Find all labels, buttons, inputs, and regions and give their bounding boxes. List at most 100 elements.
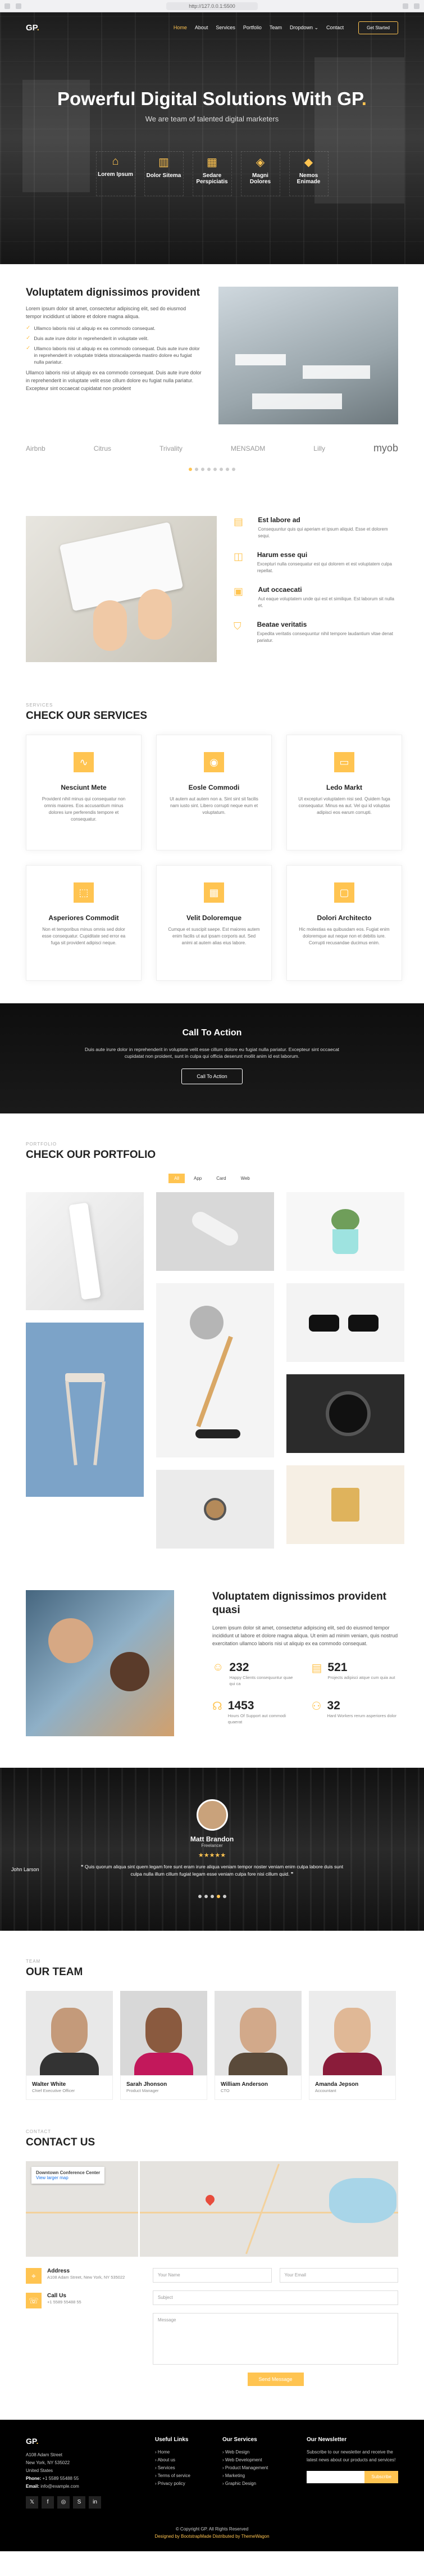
twitter-icon[interactable]: 𝕏 — [26, 2496, 38, 2509]
map-embed[interactable]: Downtown Conference Center View larger ma… — [26, 2161, 398, 2257]
footer-link[interactable]: › Home — [155, 2448, 217, 2456]
footer-services-title: Our Services — [222, 2437, 257, 2443]
contact-section: CONTACT CONTACT US Downtown Conference C… — [0, 2129, 424, 2386]
service-card[interactable]: ◉ Eosle Commodi Ut autem aut autem non a. … — [156, 735, 272, 850]
pagination-dot[interactable] — [204, 1895, 208, 1898]
footer-logo[interactable]: GP. — [26, 2437, 149, 2446]
footer-service-link[interactable]: › Product Management — [222, 2464, 301, 2472]
filter-web[interactable]: Web — [235, 1174, 256, 1183]
email-input[interactable]: Your Email — [279, 2268, 398, 2283]
instagram-icon[interactable]: ◎ — [57, 2496, 70, 2509]
service-card[interactable]: ∿ Nesciunt Mete Provident nihil minus qui … — [26, 735, 142, 850]
filter-all[interactable]: All — [168, 1174, 185, 1183]
nav-services[interactable]: Services — [216, 25, 235, 31]
calendar-check-icon: ▦ — [204, 882, 224, 903]
facebook-icon[interactable]: f — [42, 2496, 54, 2509]
icon-box[interactable]: ▥ Dolor Sitema — [144, 151, 184, 196]
service-card[interactable]: ▢ Dolori Architecto Hic molestias ea quibu… — [286, 865, 402, 981]
features-section: ▤ Est labore ad Consequuntur quis qui aper… — [26, 516, 398, 662]
nav-contact[interactable]: Contact — [326, 25, 344, 31]
cta-section: Call To Action Duis aute irure dolor in … — [0, 1003, 424, 1113]
name-input[interactable]: Your Name — [153, 2268, 272, 2283]
message-textarea[interactable]: Message — [153, 2313, 398, 2365]
skype-icon[interactable]: S — [73, 2496, 85, 2509]
service-card[interactable]: ▦ Velit Doloremque Cumque et suscipit saep… — [156, 865, 272, 981]
icon-box[interactable]: ◈ Magni Dolores — [240, 151, 280, 196]
pagination-dot[interactable] — [195, 468, 198, 471]
pagination-dot[interactable] — [222, 1895, 226, 1898]
pagination-dot[interactable] — [201, 468, 204, 471]
avatar — [196, 1799, 228, 1831]
testimonial-quote: ❝ Quis quorum aliqua sint quem legam for… — [80, 1864, 344, 1877]
footer-service-link[interactable]: › Graphic Design — [222, 2480, 301, 2488]
footer-link[interactable]: › Privacy policy — [155, 2480, 217, 2488]
pagination-dot[interactable] — [216, 1895, 220, 1898]
linkedin-icon[interactable]: in — [89, 2496, 101, 2509]
nav-team[interactable]: Team — [270, 25, 282, 31]
testimonial-name: Matt Brandon — [190, 1835, 234, 1843]
footer-service-link[interactable]: › Marketing — [222, 2472, 301, 2480]
emoji-smile-icon: ☺ — [212, 1661, 224, 1673]
portfolio-item-plant[interactable] — [286, 1192, 404, 1271]
map-pin-icon[interactable] — [203, 2193, 217, 2206]
portfolio-item-glass[interactable] — [286, 1465, 404, 1544]
subscribe-button[interactable]: Subscribe — [364, 2471, 398, 2483]
footer-service-link[interactable]: › Web Design — [222, 2448, 301, 2456]
nav-home[interactable]: Home — [174, 25, 187, 31]
pagination-dot[interactable] — [220, 468, 223, 471]
cta-button[interactable]: Call To Action — [181, 1069, 243, 1084]
section-title: CHECK OUR PORTFOLIO — [26, 1149, 156, 1161]
address-bar[interactable]: http://127.0.0.1:5500 — [27, 2, 397, 10]
check-icon: ✓ — [26, 335, 31, 341]
newsletter-email-input[interactable] — [307, 2471, 365, 2483]
pagination-dot[interactable] — [226, 468, 229, 471]
team-member[interactable]: William Anderson CTO — [215, 1991, 302, 2100]
icon-box[interactable]: ⌂ Lorem Ipsum — [95, 151, 135, 196]
filter-app[interactable]: App — [188, 1174, 207, 1183]
client-logo: MENSADM — [230, 444, 266, 452]
portfolio-item-lamp[interactable] — [156, 1283, 274, 1457]
social-links: 𝕏 f ◎ S in — [26, 2496, 149, 2509]
view-larger-map-link[interactable]: View larger map — [36, 2175, 100, 2180]
pagination-dot[interactable] — [232, 468, 235, 471]
filter-card[interactable]: Card — [211, 1174, 231, 1183]
portfolio-item-capsule[interactable] — [156, 1192, 274, 1271]
pulse-icon: ∿ — [74, 752, 94, 772]
nav-portfolio[interactable]: Portfolio — [243, 25, 262, 31]
team-member[interactable]: Sarah Jhonson Product Manager — [120, 1991, 207, 2100]
nav-dropdown[interactable]: Dropdown ⌄ — [290, 25, 318, 31]
pagination-dot[interactable] — [189, 468, 192, 471]
icon-box[interactable]: ▦ Sedare Perspiciatis — [192, 151, 232, 196]
portfolio-item-tube[interactable] — [26, 1192, 144, 1310]
pagination-dot[interactable] — [210, 1895, 214, 1898]
portfolio-item-watch[interactable] — [156, 1470, 274, 1549]
footer-link[interactable]: › Services — [155, 2464, 217, 2472]
section-eyebrow: TEAM — [26, 1959, 41, 1964]
feature-item: ▣ Aut occaecati Aut eaque voluptatem unde … — [234, 586, 394, 608]
send-message-button[interactable]: Send Message — [247, 2373, 304, 2386]
back-icon[interactable] — [16, 3, 21, 9]
pagination-dot[interactable] — [198, 1895, 202, 1898]
portfolio-item-stool[interactable] — [26, 1323, 144, 1497]
team-member[interactable]: Walter White Chief Executive Officer — [26, 1991, 113, 2100]
footer-link[interactable]: › About us — [155, 2456, 217, 2464]
portfolio-item-camera-lens[interactable] — [286, 1374, 404, 1453]
footer-link[interactable]: › Terms of service — [155, 2472, 217, 2480]
sidebar-toggle-icon[interactable] — [4, 3, 10, 9]
subject-input[interactable]: Subject — [153, 2290, 398, 2305]
pagination-dot[interactable] — [207, 468, 211, 471]
new-tab-icon[interactable] — [414, 3, 420, 9]
pagination-dot[interactable] — [213, 468, 217, 471]
team-member[interactable]: Amanda Jepson Accountant — [309, 1991, 396, 2100]
get-started-button[interactable]: Get Started — [358, 21, 398, 34]
map-place-card: Downtown Conference Center View larger ma… — [31, 2167, 105, 2184]
site-logo[interactable]: GP. — [26, 23, 39, 33]
portfolio-item-sunglasses[interactable] — [286, 1283, 404, 1362]
icon-box[interactable]: ◆ Nemos Enimade — [289, 151, 329, 196]
share-icon[interactable] — [403, 3, 408, 9]
service-card[interactable]: ▭ Ledo Markt Ut excepturi voluptatem nisi … — [286, 735, 402, 850]
client-logo: myob — [373, 442, 398, 454]
footer-service-link[interactable]: › Web Development — [222, 2456, 301, 2464]
service-card[interactable]: ⬚ Asperiores Commodit Non et temporibus mi… — [26, 865, 142, 981]
nav-about[interactable]: About — [195, 25, 208, 31]
